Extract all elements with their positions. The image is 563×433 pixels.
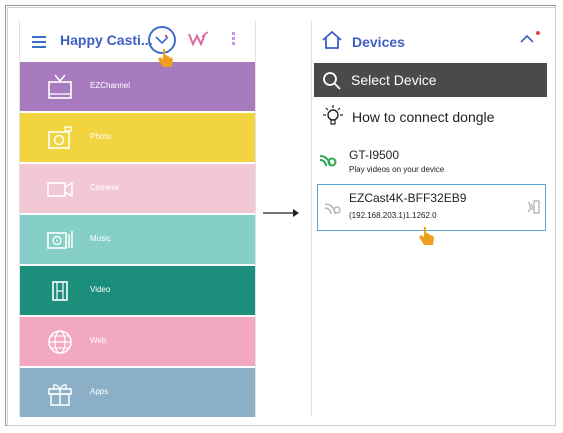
tile-ezchannel[interactable]: EZChannel [20,62,255,111]
tile-label: Music [90,234,111,243]
select-device-bar[interactable]: Select Device [314,63,547,97]
tile-label: Apps [90,387,109,396]
arrow-right-icon [263,209,299,217]
tile-video[interactable]: Video [20,266,255,315]
search-icon [323,72,341,90]
tile-label: Video [90,285,111,294]
cast-device-icon [324,203,341,215]
tap-hand-icon [419,227,434,245]
tile-web[interactable]: Web [20,317,255,366]
lightbulb-icon [323,105,343,125]
menu-icon[interactable] [32,36,46,48]
overflow-menu-icon[interactable] [232,32,236,47]
how-to-connect-link[interactable]: How to connect dongle [352,109,494,125]
gift-icon [48,384,72,406]
left-screen: Happy Casti... EZChannel Photo Camera Mu… [19,20,256,417]
home-icon[interactable] [321,30,343,50]
select-device-label: Select Device [351,72,437,88]
tile-label: EZChannel [90,81,131,90]
wifi-direct-icon[interactable] [188,31,210,47]
tile-music[interactable]: Music [20,215,255,264]
notification-dot [536,31,540,35]
film-icon [52,281,68,301]
photo-icon [48,126,72,149]
device-subtitle: (192.168.203.1)1.1262.0 [349,211,437,220]
device-subtitle: Play videos on your device [349,165,445,174]
device-name: EZCast4K-BFF32EB9 [349,191,467,205]
tap-hand-icon [158,49,173,67]
tv-icon [48,74,72,99]
chevron-up-icon[interactable] [520,34,534,43]
right-screen: Devices Select Device How to connect don… [311,20,547,417]
tile-label: Web [90,336,107,345]
tile-label: Photo [90,132,111,141]
tile-apps[interactable]: Apps [20,368,255,417]
tile-label: Camera [90,183,119,192]
globe-icon [48,330,72,354]
app-header: Happy Casti... [20,20,255,62]
music-icon [47,231,73,249]
page-title: Devices [352,34,405,50]
feature-tiles: EZChannel Photo Camera Music Video Web A… [20,62,255,417]
device-list-item-selected[interactable]: EZCast4K-BFF32EB9 (192.168.203.1)1.1262.… [317,184,546,231]
tile-camera[interactable]: Camera [20,164,255,213]
chevron-down-icon [155,34,169,45]
device-name[interactable]: GT-I9500 [349,148,399,162]
camera-icon [47,181,73,198]
tile-photo[interactable]: Photo [20,113,255,162]
signal-icon [527,200,540,214]
cast-device-icon [319,155,337,167]
app-title: Happy Casti... [60,32,153,48]
